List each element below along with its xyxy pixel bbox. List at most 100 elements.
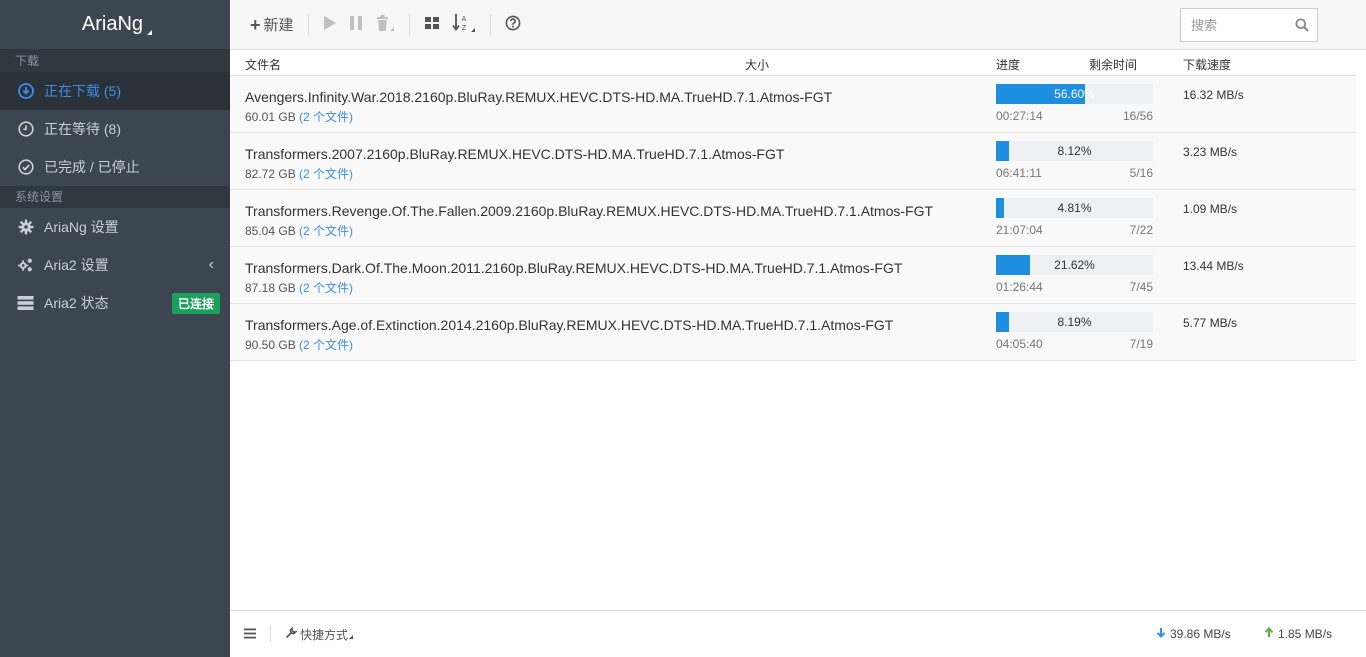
quick-settings-button[interactable]: 快捷方式 [285,625,354,643]
progress-bar: 4.81% [996,198,1153,218]
grid-icon [424,15,440,35]
footer-divider [270,626,271,642]
sidebar-item-label: 已完成 / 已停止 [44,159,140,175]
connections-count: 7/22 [1129,223,1153,237]
progress-text: 21.62% [1054,258,1095,272]
sidebar-item-label: 正在下载 (5) [44,83,121,99]
start-button[interactable] [317,10,343,40]
bars-icon [244,627,256,642]
caret-down-icon [349,635,354,639]
task-size: 90.50 GB (2 个文件) [245,336,353,353]
column-header-size[interactable]: 大小 [745,56,769,73]
search-box [1180,8,1318,42]
progress-text: 8.19% [1057,315,1092,329]
pause-icon [349,15,363,35]
chevron-left-icon[interactable]: ‹ [209,256,214,274]
progress-bar: 21.62% [996,255,1153,275]
column-header-name[interactable]: 文件名 [245,56,281,73]
plus-icon: + [250,14,261,35]
task-files-link[interactable]: (2 个文件) [299,281,353,295]
sidebar-item-ariang-settings[interactable]: AriaNg 设置 [0,208,230,246]
wrench-icon [285,625,298,642]
search-icon[interactable] [1295,18,1309,35]
sidebar-item-waiting[interactable]: 正在等待 (8) [0,110,230,148]
question-circle-icon [505,15,521,35]
global-download-speed: 39.86 MB/s [1156,627,1231,641]
task-name[interactable]: Transformers.Age.of.Extinction.2014.2160… [245,317,893,333]
global-upload-speed: 1.85 MB/s [1264,627,1332,641]
search-input[interactable] [1191,17,1291,33]
toolbar-divider [489,13,491,36]
svg-text:A: A [461,15,466,23]
help-button[interactable] [499,10,527,40]
task-size: 82.72 GB (2 个文件) [245,165,353,182]
sidebar-item-stopped[interactable]: 已完成 / 已停止 [0,148,230,186]
task-name[interactable]: Transformers.2007.2160p.BluRay.REMUX.HEV… [245,146,784,162]
check-circle-icon [17,159,34,176]
task-row[interactable]: Transformers.Dark.Of.The.Moon.2011.2160p… [230,247,1356,304]
progress-text: 8.12% [1057,144,1092,158]
task-size: 87.18 GB (2 个文件) [245,279,353,296]
svg-text:Z: Z [461,24,466,32]
task-size-value: 82.72 GB [245,167,296,181]
column-header-speed[interactable]: 下载速度 [1183,56,1231,73]
section-header-settings: 系统设置 [0,186,230,208]
caret-down-icon [147,30,153,35]
arrow-up-icon [1264,627,1274,641]
app-title[interactable]: AriaNg [82,13,143,36]
delete-button[interactable] [369,10,401,40]
section-header-download: 下载 [0,50,230,72]
sidebar-item-aria2-settings[interactable]: Aria2 设置 ‹ [0,246,230,284]
task-files-link[interactable]: (2 个文件) [299,338,353,352]
task-name[interactable]: Transformers.Dark.Of.The.Moon.2011.2160p… [245,260,902,276]
column-header-remaining[interactable]: 剩余时间 [1089,56,1137,73]
sidebar-item-label: AriaNg 设置 [44,219,119,235]
quick-settings-label: 快捷方式 [300,627,349,642]
task-files-link[interactable]: (2 个文件) [299,110,353,124]
task-size-value: 87.18 GB [245,281,296,295]
column-header-progress[interactable]: 进度 [996,56,1020,73]
sidebar: AriaNg 下载 正在下载 (5) 正在等待 (8) 已完成 / 已停止 系统… [0,0,230,657]
arrow-down-icon [1156,627,1166,641]
sidebar-item-downloading[interactable]: 正在下载 (5) [0,72,230,110]
task-files-link[interactable]: (2 个文件) [299,224,353,238]
connection-status-badge: 已连接 [171,292,220,314]
global-download-speed-value: 39.86 MB/s [1170,627,1231,641]
sidebar-item-aria2-status[interactable]: Aria2 状态 已连接 [0,284,230,322]
connections-count: 16/56 [1122,109,1153,123]
sort-alpha-icon: AZ [451,13,476,37]
download-circle-icon [17,83,34,100]
server-icon [17,295,34,312]
new-task-button[interactable]: + 新建 [244,10,300,40]
toolbar-divider [408,13,410,36]
task-row[interactable]: Transformers.Revenge.Of.The.Fallen.2009.… [230,190,1356,247]
task-name[interactable]: Transformers.Revenge.Of.The.Fallen.2009.… [245,203,933,219]
gears-icon [17,257,34,274]
progress-text: 4.81% [1057,201,1092,215]
brand[interactable]: AriaNg [0,0,230,50]
download-speed: 16.32 MB/s [1183,88,1244,102]
task-size-value: 85.04 GB [245,224,296,238]
sidebar-item-label: Aria2 状态 [44,295,109,311]
clock-icon [17,121,34,138]
task-table-header: 文件名 大小 进度 剩余时间 下载速度 [230,51,1356,76]
download-speed: 3.23 MB/s [1183,145,1238,159]
new-task-label: 新建 [263,17,294,34]
pause-button[interactable] [343,10,369,40]
task-size-value: 90.50 GB [245,338,296,352]
connections-count: 7/19 [1129,337,1153,351]
sidebar-item-label: Aria2 设置 [44,257,109,273]
task-name[interactable]: Avengers.Infinity.War.2018.2160p.BluRay.… [245,89,832,105]
task-row[interactable]: Avengers.Infinity.War.2018.2160p.BluRay.… [230,76,1356,133]
task-files-link[interactable]: (2 个文件) [299,167,353,181]
task-size: 85.04 GB (2 个文件) [245,222,353,239]
sidebar-toggle-button[interactable] [244,627,256,642]
task-row[interactable]: Transformers.Age.of.Extinction.2014.2160… [230,304,1356,361]
sort-button[interactable]: AZ [446,10,482,40]
display-mode-button[interactable] [418,10,446,40]
gear-icon [17,219,34,236]
toolbar: + 新建 AZ [230,0,1366,50]
connections-count: 5/16 [1129,166,1153,180]
trash-icon [375,14,395,36]
task-row[interactable]: Transformers.2007.2160p.BluRay.REMUX.HEV… [230,133,1356,190]
